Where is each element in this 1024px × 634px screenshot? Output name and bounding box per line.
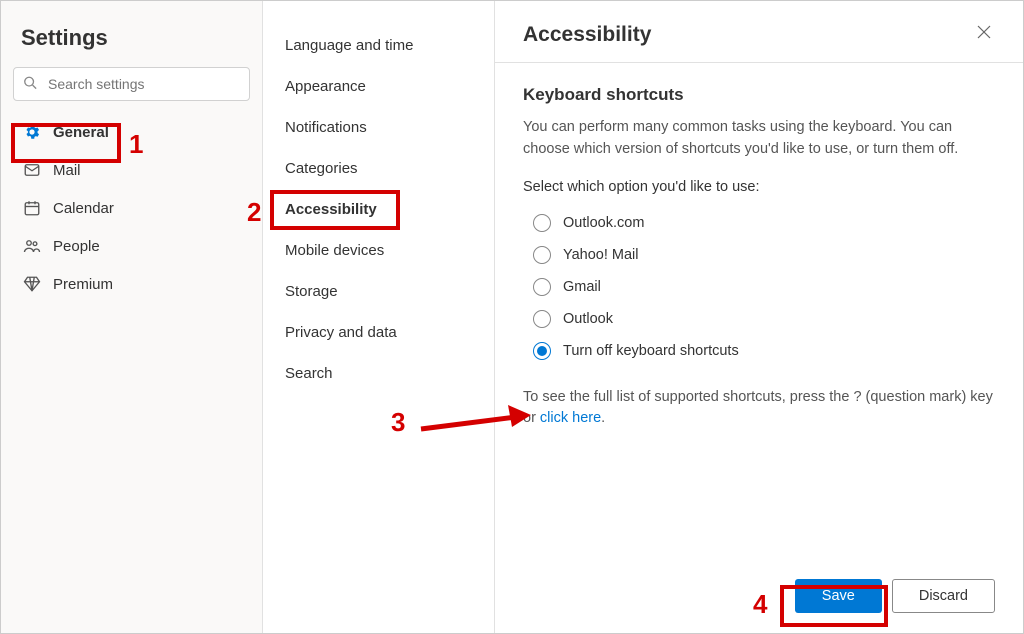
- gear-icon: [21, 123, 43, 141]
- settings-title: Settings: [13, 17, 250, 67]
- section-description: You can perform many common tasks using …: [523, 117, 995, 161]
- subnav-privacy-data[interactable]: Privacy and data: [263, 312, 494, 353]
- radio-icon: [533, 310, 551, 328]
- radio-gmail[interactable]: Gmail: [523, 271, 995, 303]
- radio-label: Gmail: [563, 279, 601, 295]
- nav-premium[interactable]: Premium: [13, 265, 250, 303]
- subnav-appearance[interactable]: Appearance: [263, 66, 494, 107]
- discard-button[interactable]: Discard: [892, 579, 995, 613]
- diamond-icon: [21, 275, 43, 293]
- nav-label: People: [53, 238, 100, 255]
- radio-yahoo-mail[interactable]: Yahoo! Mail: [523, 239, 995, 271]
- search-icon: [23, 76, 37, 93]
- people-icon: [21, 237, 43, 255]
- panel-footer: Save Discard: [495, 565, 1023, 633]
- hint-suffix: .: [601, 410, 605, 426]
- radio-icon: [533, 342, 551, 360]
- subnav-search[interactable]: Search: [263, 353, 494, 394]
- subnav-storage[interactable]: Storage: [263, 271, 494, 312]
- save-button[interactable]: Save: [795, 579, 882, 613]
- radio-label: Outlook.com: [563, 215, 644, 231]
- search-input[interactable]: [13, 67, 250, 101]
- nav-label: Calendar: [53, 200, 114, 217]
- panel-title: Accessibility: [523, 23, 651, 47]
- radio-icon: [533, 214, 551, 232]
- subnav-mobile-devices[interactable]: Mobile devices: [263, 230, 494, 271]
- nav-calendar[interactable]: Calendar: [13, 189, 250, 227]
- section-title: Keyboard shortcuts: [523, 85, 995, 105]
- nav-mail[interactable]: Mail: [13, 151, 250, 189]
- mail-icon: [21, 161, 43, 179]
- settings-panel: Accessibility Keyboard shortcuts You can…: [495, 1, 1023, 633]
- radio-icon: [533, 246, 551, 264]
- subnav-language-time[interactable]: Language and time: [263, 25, 494, 66]
- panel-header: Accessibility: [495, 1, 1023, 63]
- radio-label: Outlook: [563, 311, 613, 327]
- radio-label: Turn off keyboard shortcuts: [563, 343, 739, 359]
- option-prompt: Select which option you'd like to use:: [523, 179, 995, 195]
- panel-body: Keyboard shortcuts You can perform many …: [495, 63, 1023, 565]
- search-wrapper: [13, 67, 250, 101]
- subnav-notifications[interactable]: Notifications: [263, 107, 494, 148]
- radio-outlook-com[interactable]: Outlook.com: [523, 207, 995, 239]
- nav-general[interactable]: General: [13, 113, 250, 151]
- subnav-accessibility[interactable]: Accessibility: [263, 189, 494, 230]
- nav-label: Mail: [53, 162, 81, 179]
- settings-subnav: Language and time Appearance Notificatio…: [263, 1, 495, 633]
- radio-turn-off[interactable]: Turn off keyboard shortcuts: [523, 335, 995, 367]
- calendar-icon: [21, 199, 43, 217]
- radio-outlook[interactable]: Outlook: [523, 303, 995, 335]
- subnav-categories[interactable]: Categories: [263, 148, 494, 189]
- nav-label: General: [53, 124, 109, 141]
- settings-sidebar: Settings General Mail Calendar: [1, 1, 263, 633]
- radio-label: Yahoo! Mail: [563, 247, 639, 263]
- nav-people[interactable]: People: [13, 227, 250, 265]
- nav-label: Premium: [53, 276, 113, 293]
- hint-link[interactable]: click here: [540, 410, 601, 426]
- radio-icon: [533, 278, 551, 296]
- hint-text: To see the full list of supported shortc…: [523, 387, 995, 431]
- close-button[interactable]: [973, 21, 995, 48]
